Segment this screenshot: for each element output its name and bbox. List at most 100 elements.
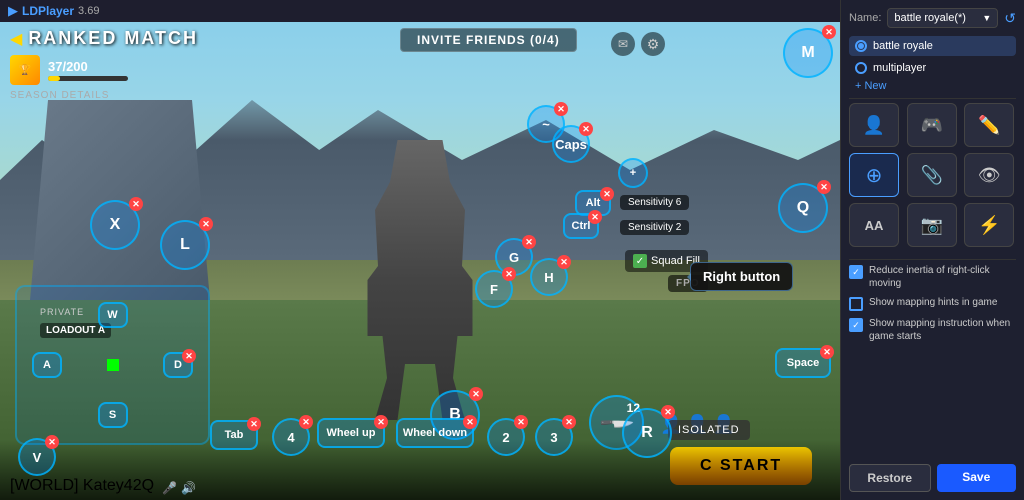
profile-multiplayer-label: multiplayer	[873, 62, 926, 74]
h-close-icon[interactable]: ✕	[557, 255, 571, 269]
wheel-down-close-icon[interactable]: ✕	[463, 415, 477, 429]
b-close-icon[interactable]: ✕	[469, 387, 483, 401]
q-key[interactable]: ✕ Q	[778, 183, 828, 233]
m-key[interactable]: ✕ M	[783, 28, 833, 78]
chevron-down-icon: ▼	[982, 13, 991, 23]
bolt-icon-btn[interactable]: ⚡	[964, 203, 1014, 247]
profile-dropdown[interactable]: battle royale(*) ▼	[887, 8, 998, 28]
icon-grid: 👤 🎮 ✏️ ⊕ 📎 👁 AA 📷 ⚡	[849, 103, 1016, 247]
x-key[interactable]: ✕ X	[90, 200, 140, 250]
g-label: G	[509, 250, 519, 265]
caps-key[interactable]: ✕ Caps	[552, 125, 590, 163]
wheel-down-key[interactable]: ✕ Wheel down	[396, 418, 474, 448]
tilde-close-icon[interactable]: ✕	[554, 102, 568, 116]
f-key[interactable]: ✕ F	[475, 270, 513, 308]
divider-2	[849, 259, 1016, 260]
wheel-up-key[interactable]: ✕ Wheel up	[317, 418, 385, 448]
invite-bar: INVITE FRIENDS (0/4)	[400, 28, 577, 52]
two-close-icon[interactable]: ✕	[514, 415, 528, 429]
f-close-icon[interactable]: ✕	[502, 267, 516, 281]
three-close-icon[interactable]: ✕	[562, 415, 576, 429]
r-key[interactable]: ✕ R	[622, 408, 672, 458]
squad-check-icon: ✓	[633, 254, 647, 268]
score-value: 37/200	[48, 59, 128, 74]
q-label: Q	[797, 199, 809, 217]
l-close-icon[interactable]: ✕	[199, 217, 213, 231]
g-close-icon[interactable]: ✕	[522, 235, 536, 249]
name-row: Name: battle royale(*) ▼ ↺	[849, 8, 1016, 28]
alt-close-icon[interactable]: ✕	[600, 187, 614, 201]
new-profile-button[interactable]: New	[849, 78, 1016, 94]
plus-label: +	[630, 167, 636, 179]
gear-icon[interactable]: ⚙	[641, 32, 665, 56]
tab-key[interactable]: ✕ Tab	[210, 420, 258, 450]
person-icon-btn[interactable]: 👤	[849, 103, 899, 147]
l-key[interactable]: ✕ L	[160, 220, 210, 270]
plus-key[interactable]: +	[618, 158, 648, 188]
two-label: 2	[502, 430, 509, 445]
h-key[interactable]: ✕ H	[530, 258, 568, 296]
reduce-inertia-checkbox[interactable]: ✓	[849, 265, 863, 279]
aa-icon-btn[interactable]: AA	[849, 203, 899, 247]
l-label: L	[180, 236, 190, 254]
wheel-up-label: Wheel up	[327, 427, 376, 439]
ctrl-label: Ctrl	[572, 220, 591, 232]
ctrl-key[interactable]: ✕ Ctrl	[563, 213, 599, 239]
divider-1	[849, 98, 1016, 99]
caps-close-icon[interactable]: ✕	[579, 122, 593, 136]
gamepad-icon-btn[interactable]: 🎮	[907, 103, 957, 147]
app-version: 3.69	[78, 5, 99, 17]
pencil-icon-btn[interactable]: ✏️	[964, 103, 1014, 147]
q-close-icon[interactable]: ✕	[817, 180, 831, 194]
a-label: A	[43, 359, 51, 371]
message-icon[interactable]: ✉	[611, 32, 635, 56]
right-button-tooltip: Right button	[690, 262, 793, 291]
three-key[interactable]: ✕ 3	[535, 418, 573, 456]
isolated-label: ISOLATED	[678, 424, 740, 436]
rank-badge: 🏆	[10, 55, 40, 85]
d-key[interactable]: ✕ D	[163, 352, 193, 378]
space-key[interactable]: ✕ Space	[775, 348, 831, 378]
v-key[interactable]: ✕ V	[18, 438, 56, 476]
clip-icon-btn[interactable]: 📎	[907, 153, 957, 197]
show-instruction-checkbox[interactable]: ✓	[849, 318, 863, 332]
reduce-inertia-label: Reduce inertia of right-click moving	[869, 264, 1016, 290]
space-close-icon[interactable]: ✕	[820, 345, 834, 359]
show-hints-checkbox[interactable]	[849, 297, 863, 311]
checkbox-row-1: ✓ Reduce inertia of right-click moving	[849, 264, 1016, 290]
crosshair-icon-btn[interactable]: ⊕	[849, 153, 899, 197]
profile-option-royale[interactable]: battle royale	[849, 36, 1016, 56]
four-label: 4	[287, 430, 294, 445]
profile-royale-label: battle royale	[873, 40, 933, 52]
a-key[interactable]: A	[32, 352, 62, 378]
four-close-icon[interactable]: ✕	[299, 415, 313, 429]
score-bar-fill	[48, 76, 60, 81]
m-close-icon[interactable]: ✕	[822, 25, 836, 39]
restore-button[interactable]: Restore	[849, 464, 931, 492]
refresh-icon[interactable]: ↺	[1004, 10, 1016, 27]
profile-dropdown-value: battle royale(*)	[894, 12, 966, 24]
profile-option-multiplayer[interactable]: multiplayer	[849, 58, 1016, 78]
save-button[interactable]: Save	[937, 464, 1017, 492]
caps-label: Caps	[555, 137, 587, 152]
s-key[interactable]: S	[98, 402, 128, 428]
two-key[interactable]: ✕ 2	[487, 418, 525, 456]
x-close-icon[interactable]: ✕	[129, 197, 143, 211]
w-key[interactable]: W	[98, 302, 128, 328]
sensitivity-2: Sensitivity 2	[620, 220, 689, 235]
panel-buttons: Restore Save	[849, 464, 1016, 492]
screenshot-icon-btn[interactable]: 📷	[907, 203, 957, 247]
v-close-icon[interactable]: ✕	[45, 435, 59, 449]
r-close-icon[interactable]: ✕	[661, 405, 675, 419]
ctrl-close-icon[interactable]: ✕	[588, 210, 602, 224]
bottom-hud: [WORLD] Katey42Q 🎤 🔊	[0, 440, 840, 500]
tab-close-icon[interactable]: ✕	[247, 417, 261, 431]
eye-icon-btn[interactable]: 👁	[964, 153, 1014, 197]
four-key[interactable]: ✕ 4	[272, 418, 310, 456]
season-details: SEASON DETAILS	[10, 90, 109, 101]
m-label: M	[801, 44, 814, 62]
space-label: Space	[787, 357, 819, 369]
d-close-icon[interactable]: ✕	[182, 349, 196, 363]
wheel-up-close-icon[interactable]: ✕	[374, 415, 388, 429]
radio-royale-icon	[855, 40, 867, 52]
